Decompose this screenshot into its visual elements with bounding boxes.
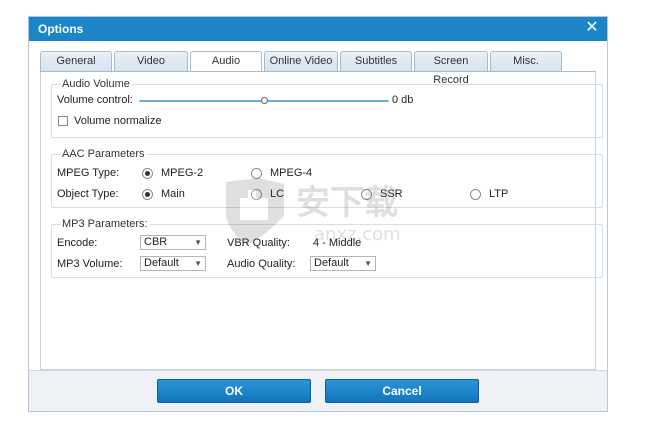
mpeg-type-label: MPEG Type: <box>57 167 120 179</box>
radio-mpeg-4[interactable] <box>251 168 262 179</box>
mp3-volume-select-value: Default <box>144 257 179 269</box>
audio-quality-label: Audio Quality: <box>227 258 296 270</box>
audio-volume-group: Audio Volume Volume control: 0 db Volume… <box>51 78 603 138</box>
group-title-mp3: MP3 Parameters: <box>60 218 150 230</box>
vbr-quality-label: VBR Quality: <box>227 237 290 249</box>
object-type-label: Object Type: <box>57 188 119 200</box>
audio-quality-select[interactable]: Default ▼ <box>310 256 376 271</box>
tab-video[interactable]: Video <box>114 51 188 71</box>
radio-ltp-label: LTP <box>489 188 509 200</box>
mp3-volume-label: MP3 Volume: <box>57 258 123 270</box>
radio-lc[interactable] <box>251 189 262 200</box>
chevron-down-icon: ▼ <box>364 259 372 268</box>
ok-button[interactable]: OK <box>157 379 311 403</box>
radio-ssr-label: SSR <box>380 188 403 200</box>
volume-normalize-label: Volume normalize <box>74 115 162 127</box>
radio-mpeg-2[interactable] <box>142 168 153 179</box>
tab-screen-record[interactable]: Screen Record <box>414 51 488 86</box>
window-title: Options <box>38 22 84 36</box>
chevron-down-icon: ▼ <box>194 259 202 268</box>
tab-online-video[interactable]: Online Video <box>264 51 338 71</box>
tab-general[interactable]: General <box>40 51 112 71</box>
close-icon[interactable]: ✕ <box>583 19 601 37</box>
dialog-footer: OK Cancel <box>29 370 607 411</box>
volume-normalize-checkbox[interactable] <box>58 116 68 126</box>
encode-label: Encode: <box>57 237 98 249</box>
radio-main-label: Main <box>161 188 185 200</box>
encode-select-value: CBR <box>144 236 168 248</box>
radio-lc-label: LC <box>270 188 285 200</box>
tab-misc[interactable]: Misc. <box>490 51 562 71</box>
title-bar: Options ✕ <box>29 17 607 41</box>
vbr-quality-value: 4 - Middle <box>313 237 362 249</box>
chevron-down-icon: ▼ <box>194 238 202 247</box>
radio-mpeg-4-label: MPEG-4 <box>270 167 313 179</box>
mp3-parameters-group: MP3 Parameters: Encode: CBR ▼ VBR Qualit… <box>51 218 603 278</box>
radio-ssr[interactable] <box>361 189 372 200</box>
radio-main[interactable] <box>142 189 153 200</box>
options-dialog: Options ✕ General Video Audio Online Vid… <box>28 16 608 412</box>
radio-mpeg-2-label: MPEG-2 <box>161 167 204 179</box>
group-title-aac: AAC Parameters <box>60 148 147 160</box>
cancel-button[interactable]: Cancel <box>325 379 479 403</box>
group-title-audio-volume: Audio Volume <box>60 78 132 90</box>
radio-ltp[interactable] <box>470 189 481 200</box>
encode-select[interactable]: CBR ▼ <box>140 235 206 250</box>
tab-subtitles[interactable]: Subtitles <box>340 51 412 71</box>
volume-value: 0 db <box>392 94 414 106</box>
volume-control-label: Volume control: <box>57 94 133 106</box>
volume-slider-thumb[interactable] <box>260 97 268 104</box>
aac-parameters-group: AAC Parameters MPEG Type: MPEG-2 MPEG-4 … <box>51 148 603 208</box>
mp3-volume-select[interactable]: Default ▼ <box>140 256 206 271</box>
audio-tab-panel: Audio Volume Volume control: 0 db Volume… <box>40 72 603 370</box>
audio-quality-select-value: Default <box>314 257 349 269</box>
tab-audio[interactable]: Audio <box>190 51 262 72</box>
